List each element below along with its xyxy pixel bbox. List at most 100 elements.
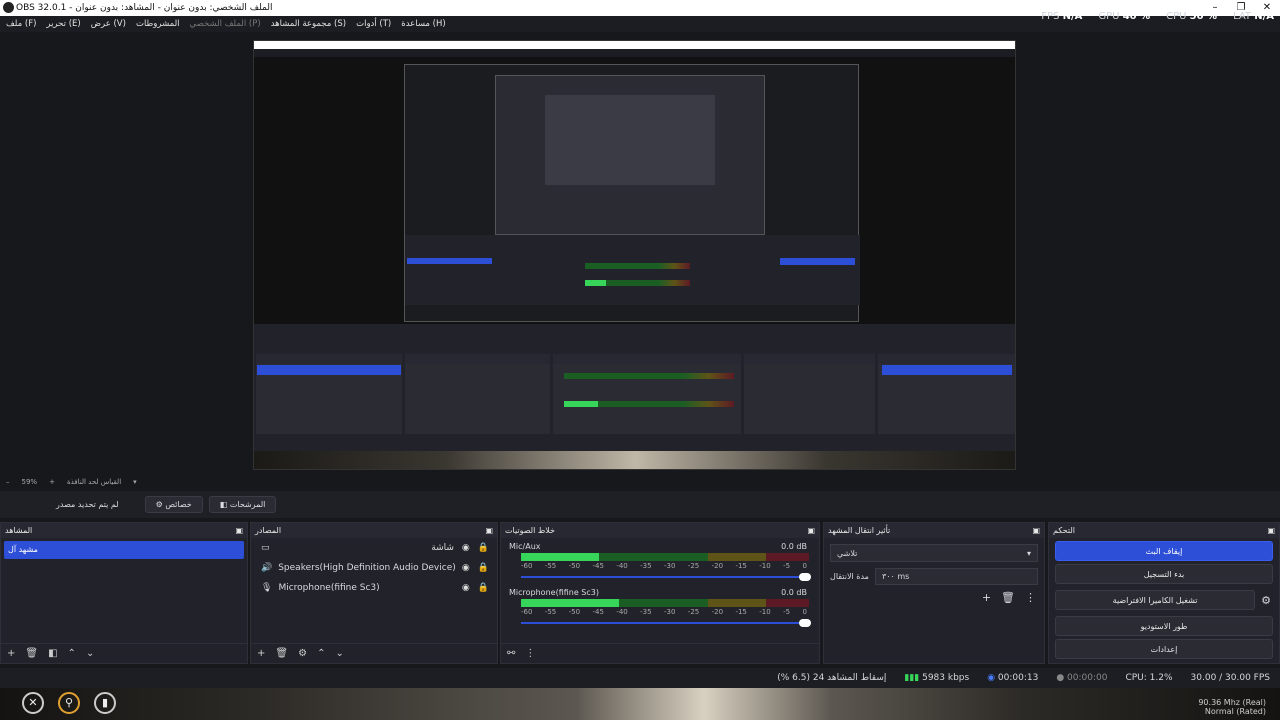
meter-ticks: -60 -55 -50 -45 -40 -35 -30 -25 -20 -15 -10 -5 0 [521,562,807,570]
menu-docks[interactable]: المشروطات [136,19,180,29]
volume-slider[interactable] [521,572,811,582]
lat-stat: LAT N/A [1233,11,1274,22]
menu-scene-collection[interactable]: مجموعة المشاهد (S) [271,19,346,29]
start-virtual-camera-button[interactable]: تشغيل الكاميرا الافتراضية [1055,590,1256,610]
tick-label: -35 [640,562,652,570]
gear-icon[interactable]: ⚙ [1261,594,1271,607]
menu-tools[interactable]: أدوات (T) [356,19,391,29]
zoom-in-icon[interactable]: + [49,478,55,486]
dock-undock-icon[interactable]: ▣ [235,526,243,535]
eye-icon[interactable]: ◉ [462,583,470,593]
dock-undock-icon[interactable]: ▣ [485,526,493,535]
start-recording-button[interactable]: بدء التسجيل [1055,564,1273,584]
tick-label: -40 [616,608,628,616]
sysinfo-line: 90.36 Mhz (Real) [1198,698,1266,707]
channel-db: 0.0 dB [781,588,807,597]
studio-mode-button[interactable]: طور الاستوديو [1055,616,1273,636]
signal-icon: ▮▮▮ [904,673,923,683]
source-item-display[interactable]: ▭ شاشة ◉ 🔒 [251,538,497,558]
zoom-fit-select[interactable]: القياس لحد النافذة [67,478,121,486]
sources-title: المصادر [255,526,282,535]
system-info-overlay: 90.36 Mhz (Real) Normal (Rated) [1198,698,1266,716]
lock-icon[interactable]: 🔒 [478,543,489,553]
transition-select[interactable]: تلاشي ▾ [830,544,1038,562]
duration-label: مدة الانتقال [830,572,869,581]
performance-stats: FPS N/A GPU 40 % CPU 50 % LAT N/A [1041,11,1274,22]
filters-button[interactable]: ◧ المرشحات [208,496,277,513]
settings-button[interactable]: إعدادات [1055,639,1273,659]
volume-slider[interactable] [521,618,811,628]
eye-icon[interactable]: ◉ [462,543,470,553]
no-source-label: لم يتم تحديد مصدر [56,500,119,509]
eye-icon[interactable]: ◉ [462,563,470,573]
zoom-bar: – 59% + القياس لحد النافذة ▾ [0,476,1280,488]
tick-label: 0 [802,608,807,616]
duration-input[interactable]: ٣٠٠ ms [874,568,1038,585]
dock-undock-icon[interactable]: ▣ [1032,526,1040,535]
record-time: ● 00:00:00 [1056,673,1108,683]
microphone-icon: 🎙 [261,583,273,593]
battery-icon: ▮ [94,692,116,714]
link-icon[interactable]: ⚯ [507,648,515,659]
volume-meter [521,553,809,561]
properties-button[interactable]: ⚙ خصائص [144,496,203,513]
menu-help[interactable]: مساعدة (H) [401,19,445,29]
tick-label: -20 [711,608,724,616]
move-up-icon[interactable]: ⌃ [317,648,325,659]
tick-label: -10 [759,608,771,616]
dock-undock-icon[interactable]: ▣ [807,526,815,535]
source-item-speakers[interactable]: 🔊 Speakers(High Definition Audio Device)… [251,558,497,578]
add-icon[interactable]: + [982,591,991,604]
tick-label: -60 [521,608,533,616]
channel-name: Mic/Aux [509,542,541,551]
filter-icon[interactable]: ◧ [48,648,57,659]
more-icon[interactable]: ⋮ [1025,591,1036,604]
record-icon: ● [1056,673,1068,683]
satellite-icon: ⚲ [58,692,80,714]
preview-floor [254,451,1015,469]
gpu-stat: GPU 40 % [1098,11,1151,22]
controls-title: التحكم [1053,526,1075,535]
scenes-dock: المشاهد ▣ مشهد آل + 🗑 ◧ ⌃ ⌄ [0,522,248,664]
tick-label: 0 [802,562,807,570]
trash-icon[interactable]: 🗑 [275,648,288,659]
transitions-title: تأثير انتقال المشهد [828,526,891,535]
chevron-down-icon[interactable]: ▾ [133,478,137,486]
cpu-stat: CPU 50 % [1166,11,1218,22]
more-icon[interactable]: ⋮ [525,648,535,659]
tick-label: -15 [735,562,747,570]
status-bar: إسقاط المشاهد 24 (6.5 %) ▮▮▮ 5983 kbps ◉… [0,668,1280,688]
menu-profile[interactable]: الملف الشخصي (P) [190,19,261,29]
add-icon[interactable]: + [7,648,15,659]
tick-label: -30 [663,562,676,570]
lock-icon[interactable]: 🔒 [478,563,489,573]
add-icon[interactable]: + [257,648,265,659]
speaker-icon: 🔊 [261,563,273,573]
gear-icon[interactable]: ⚙ [298,648,307,659]
preview-canvas[interactable] [253,40,1016,470]
tick-label: -30 [663,608,676,616]
fps-status: 30.00 / 30.00 FPS [1190,673,1270,683]
controls-dock: التحكم ▣ إيقاف البث بدء التسجيل تشغيل الك… [1048,522,1280,664]
sysinfo-line: Normal (Rated) [1204,707,1266,716]
menu-file[interactable]: ملف (F) [6,19,36,29]
mixer-channel-mic-aux: Mic/Aux 0.0 dB -60 -55 -50 -45 -40 -35 -30 -25-… [501,542,819,582]
monitor-icon: ▭ [261,543,270,553]
source-item-microphone[interactable]: 🎙 Microphone(fifine Sc3) ◉ 🔒 [251,578,497,598]
dock-undock-icon[interactable]: ▣ [1267,526,1275,535]
move-down-icon[interactable]: ⌄ [86,648,94,659]
move-down-icon[interactable]: ⌄ [335,648,343,659]
move-up-icon[interactable]: ⌃ [68,648,76,659]
stop-streaming-button[interactable]: إيقاف البث [1055,541,1273,561]
menu-edit[interactable]: تحرير (E) [46,19,80,29]
source-label: Microphone(fifine Sc3) [278,583,380,593]
tick-label: -45 [592,608,604,616]
lock-icon[interactable]: 🔒 [478,583,489,593]
source-label: Speakers(High Definition Audio Device) [278,563,456,573]
trash-icon[interactable]: 🗑 [25,648,38,659]
scene-item[interactable]: مشهد آل [4,541,244,559]
zoom-out-icon[interactable]: – [6,478,10,486]
menu-view[interactable]: عرض (V) [91,19,126,29]
bitrate: ▮▮▮ 5983 kbps [904,673,970,683]
trash-icon[interactable]: 🗑 [1001,591,1015,604]
